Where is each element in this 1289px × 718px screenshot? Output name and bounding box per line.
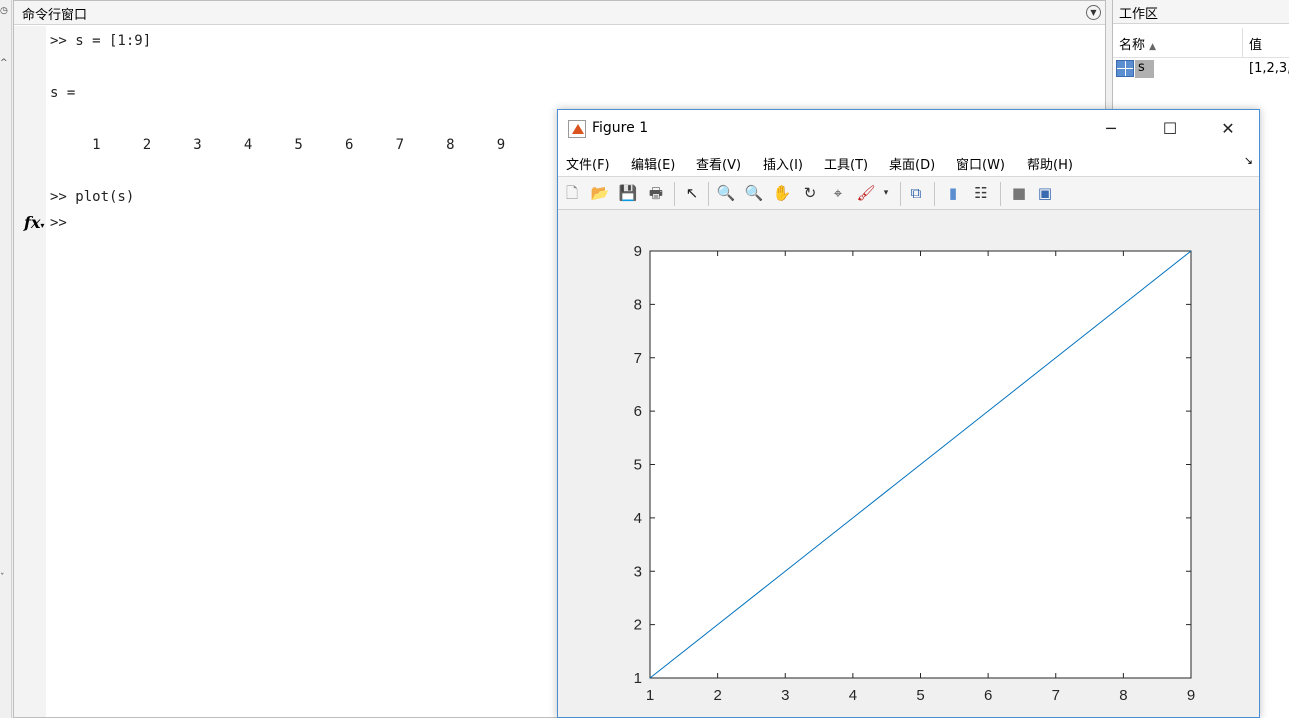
left-panel-strip[interactable]: ◷ ^ ˇ	[0, 0, 12, 718]
workspace-header: 名称 ▲ 值	[1113, 28, 1289, 58]
x-tick-label: 4	[849, 687, 857, 704]
plot-area[interactable]: 1 2 3 4 5 6 7 8 9 1 2 3 4 5 6 7 8 9	[558, 211, 1259, 717]
minimize-button[interactable]: ─	[1096, 116, 1126, 142]
x-tick-label: 3	[781, 687, 789, 704]
zoom-out-icon[interactable]: 🔍	[744, 183, 764, 203]
y-tick-label: 8	[634, 296, 642, 313]
collapse-up-icon[interactable]: ^	[0, 58, 8, 68]
data-cursor-icon[interactable]: ⌖	[828, 183, 848, 203]
column-header-value[interactable]: 值	[1249, 34, 1262, 53]
open-file-icon[interactable]: 📂	[590, 183, 610, 203]
collapse-down-icon[interactable]: ˇ	[0, 573, 5, 583]
command-line: >> s = [1:9]	[50, 33, 152, 49]
figure-menubar: 文件(F) 编辑(E) 查看(V) 插入(I) 工具(T) 桌面(D) 窗口(W…	[558, 148, 1259, 176]
menu-view[interactable]: 查看(V)	[696, 154, 741, 173]
figure-window[interactable]: Figure 1 ─ ☐ ✕ 文件(F) 编辑(E) 查看(V) 插入(I) 工…	[557, 109, 1260, 718]
desktop: ◷ ^ ˇ 命令行窗口 ▼ fx▾ >> s = [1:9] s = 1 2 3…	[0, 0, 1289, 718]
pan-icon[interactable]: ✋	[772, 183, 792, 203]
y-tick-label: 7	[634, 350, 642, 367]
save-icon[interactable]: 💾	[618, 183, 638, 203]
variable-value: [1,2,3,	[1249, 61, 1289, 76]
figure-titlebar[interactable]: Figure 1 ─ ☐ ✕	[558, 110, 1259, 148]
show-plot-tools-icon[interactable]: ▣	[1035, 183, 1055, 203]
matrix-variable-icon	[1116, 60, 1134, 77]
y-tick-label: 1	[634, 670, 642, 687]
menu-help[interactable]: 帮助(H)	[1027, 154, 1073, 173]
hide-plot-tools-icon[interactable]: ■	[1009, 183, 1029, 203]
y-tick-label: 3	[634, 563, 642, 580]
menu-window[interactable]: 窗口(W)	[956, 154, 1005, 173]
command-gutter	[14, 26, 46, 717]
new-figure-icon[interactable]: 🗋	[562, 183, 582, 203]
x-tick-label: 1	[646, 687, 654, 704]
y-tick-label: 4	[634, 510, 642, 527]
x-tick-label: 9	[1187, 687, 1195, 704]
sort-asc-icon: ▲	[1149, 42, 1157, 52]
function-browser-icon[interactable]: fx▾	[24, 213, 44, 232]
x-tick-label: 2	[713, 687, 721, 704]
menu-file[interactable]: 文件(F)	[566, 154, 610, 173]
workspace-title: 工作区	[1113, 0, 1289, 24]
output-values: 1 2 3 4 5 6 7 8 9	[50, 137, 506, 153]
variable-name: s	[1135, 60, 1154, 78]
close-button[interactable]: ✕	[1213, 116, 1243, 142]
menu-tools[interactable]: 工具(T)	[824, 154, 868, 173]
print-icon[interactable]: 🖶	[646, 183, 666, 203]
edit-plot-icon[interactable]: ↖	[682, 183, 702, 203]
y-tick-label: 9	[634, 243, 642, 260]
command-prompt[interactable]: >>	[50, 215, 67, 231]
x-tick-label: 8	[1119, 687, 1127, 704]
brush-dropdown-icon[interactable]: ▾	[876, 183, 896, 203]
maximize-button[interactable]: ☐	[1155, 116, 1185, 142]
column-header-name[interactable]: 名称 ▲	[1119, 34, 1156, 53]
y-tick-label: 5	[634, 457, 642, 474]
brush-icon[interactable]: 🖌	[856, 183, 876, 203]
workspace-variable-row[interactable]: s [1,2,3,	[1113, 58, 1289, 80]
x-tick-label: 7	[1052, 687, 1060, 704]
y-tick-label: 2	[634, 617, 642, 634]
legend-icon[interactable]: ☷	[971, 183, 991, 203]
output-line: s =	[50, 85, 76, 101]
dock-arrow-icon[interactable]: ↘	[1244, 154, 1253, 167]
colorbar-icon[interactable]: ▮	[943, 183, 963, 203]
figure-toolbar: 🗋 📂 💾 🖶 ↖ 🔍 🔍 ✋ ↻ ⌖ 🖌 ▾ ⧉ ▮ ☷ ■ ▣	[558, 176, 1259, 210]
figure-title: Figure 1	[592, 120, 649, 136]
y-tick-label: 6	[634, 403, 642, 420]
x-tick-label: 6	[984, 687, 992, 704]
command-line: >> plot(s)	[50, 189, 135, 205]
panel-actions-icon[interactable]: ▼	[1086, 5, 1101, 20]
x-tick-label: 5	[916, 687, 924, 704]
zoom-in-icon[interactable]: 🔍	[716, 183, 736, 203]
info-icon[interactable]: ◷	[0, 6, 8, 16]
link-plot-icon[interactable]: ⧉	[906, 183, 926, 203]
rotate-3d-icon[interactable]: ↻	[800, 183, 820, 203]
matlab-logo-icon	[568, 120, 586, 138]
menu-insert[interactable]: 插入(I)	[763, 154, 803, 173]
command-window-title: 命令行窗口	[22, 8, 88, 23]
menu-desktop[interactable]: 桌面(D)	[889, 154, 935, 173]
command-window-titlebar: 命令行窗口 ▼	[14, 1, 1105, 25]
line-chart[interactable]: 1 2 3 4 5 6 7 8 9 1 2 3 4 5 6 7 8 9	[558, 211, 1259, 718]
menu-edit[interactable]: 编辑(E)	[631, 154, 675, 173]
